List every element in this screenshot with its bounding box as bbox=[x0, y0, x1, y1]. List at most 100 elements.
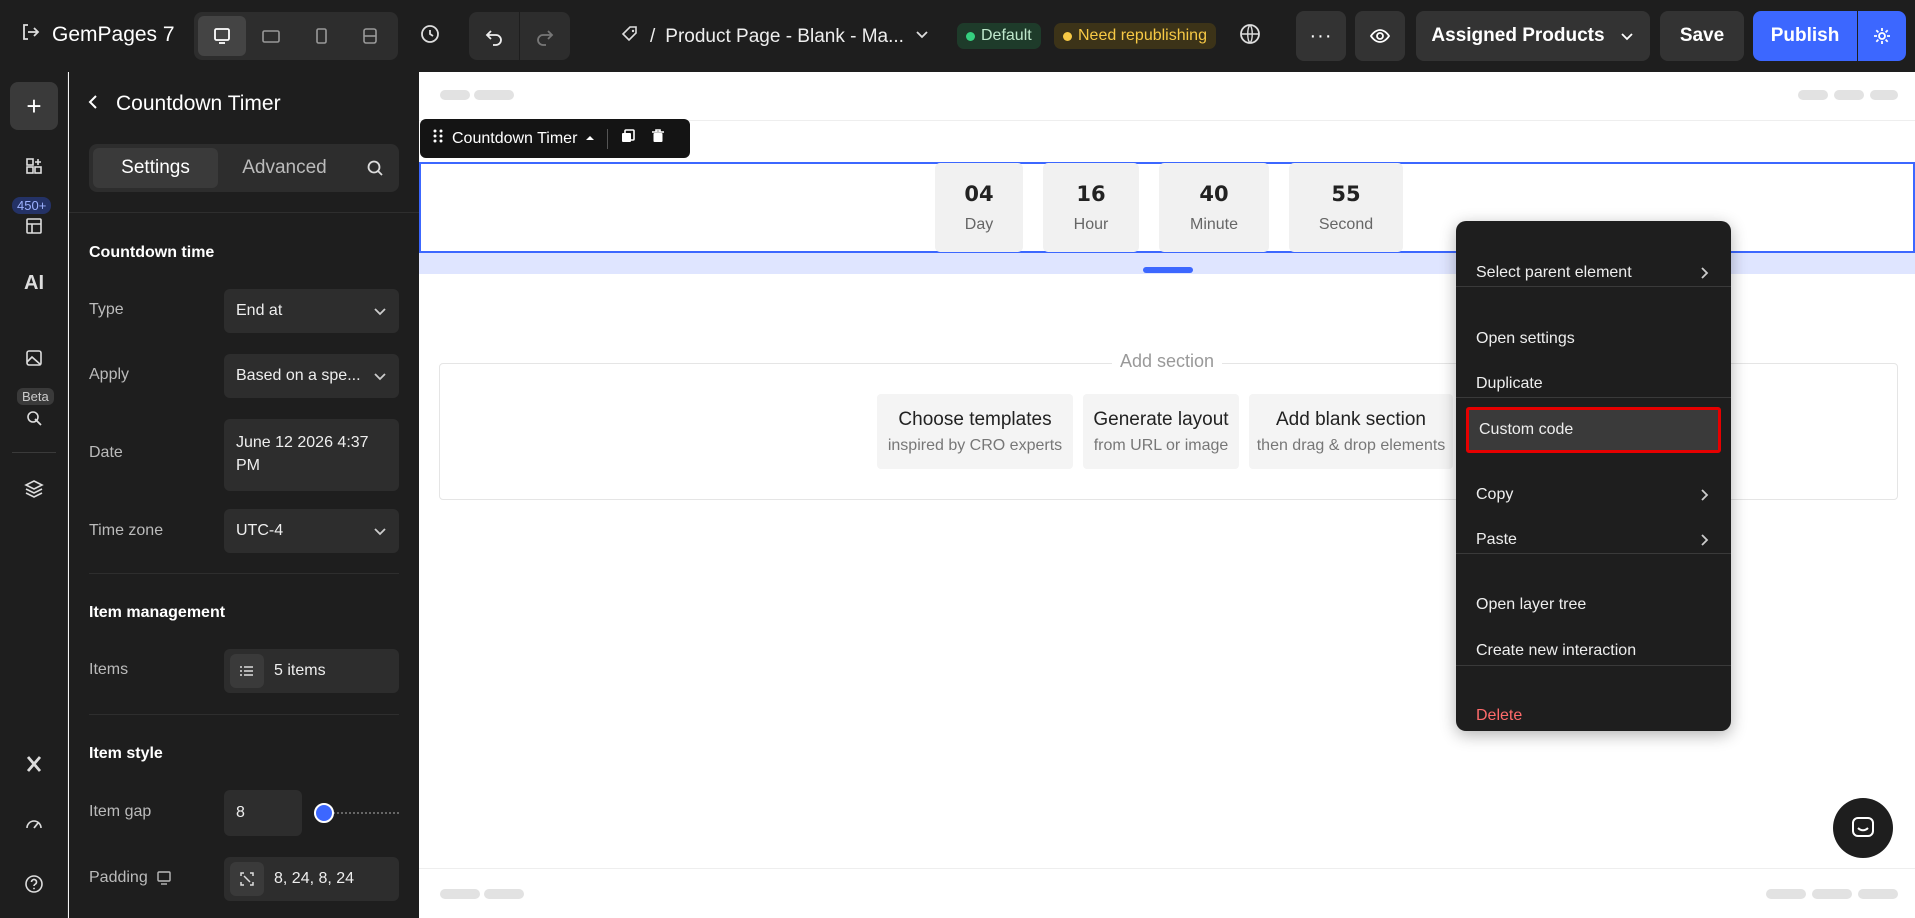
countdown-second[interactable]: 55 Second bbox=[1289, 163, 1403, 252]
history-icon[interactable] bbox=[418, 22, 442, 51]
add-element-button[interactable]: + bbox=[10, 82, 58, 130]
back-icon[interactable] bbox=[86, 92, 100, 116]
placeholder-bar bbox=[1812, 889, 1852, 899]
chat-button[interactable] bbox=[1833, 798, 1893, 858]
date-value: June 12 2026 4:37 PM bbox=[236, 434, 369, 474]
countdown-minute[interactable]: 40 Minute bbox=[1159, 163, 1269, 252]
menu-item-delete[interactable]: Delete bbox=[1456, 698, 1731, 734]
undo-icon[interactable] bbox=[469, 12, 519, 60]
chevron-right-icon bbox=[1701, 267, 1709, 279]
selected-element-name[interactable]: Countdown Timer bbox=[452, 130, 577, 148]
desktop-icon[interactable] bbox=[198, 16, 246, 56]
layers-icon[interactable] bbox=[0, 478, 68, 500]
list-icon bbox=[230, 654, 264, 688]
divider bbox=[1456, 397, 1731, 398]
choose-templates-card[interactable]: Choose templates inspired by CRO experts bbox=[877, 394, 1073, 469]
interaction-icon[interactable] bbox=[0, 408, 68, 428]
panel-tabs: Settings Advanced bbox=[89, 144, 399, 192]
tab-advanced[interactable]: Advanced bbox=[222, 148, 347, 188]
countdown-value: 40 bbox=[1199, 181, 1229, 206]
countdown-day[interactable]: 04 Day bbox=[935, 163, 1023, 252]
add-section-title: Add section bbox=[1112, 351, 1223, 372]
countdown-value: 04 bbox=[964, 181, 994, 206]
desktop-icon[interactable] bbox=[156, 870, 172, 886]
menu-item-label: Select parent element bbox=[1476, 264, 1632, 281]
save-button[interactable]: Save bbox=[1660, 11, 1744, 61]
publish-settings-button[interactable] bbox=[1858, 11, 1906, 61]
divider bbox=[89, 714, 399, 715]
elements-icon[interactable] bbox=[0, 156, 68, 176]
type-value: End at bbox=[236, 302, 283, 319]
divider bbox=[1456, 553, 1731, 554]
preview-button[interactable] bbox=[1355, 11, 1405, 61]
menu-item-label: Open layer tree bbox=[1476, 596, 1587, 613]
x-icon[interactable] bbox=[0, 754, 68, 774]
chevron-down-icon bbox=[1620, 33, 1633, 41]
assigned-label: Assigned Products bbox=[1431, 25, 1605, 46]
duplicate-icon[interactable] bbox=[620, 128, 636, 149]
card-subtitle: inspired by CRO experts bbox=[887, 436, 1063, 454]
page-selector[interactable]: / Product Page - Blank - Ma... bbox=[620, 24, 930, 50]
card-subtitle: then drag & drop elements bbox=[1256, 436, 1446, 454]
apply-select[interactable]: Based on a spe... bbox=[224, 354, 399, 398]
menu-item-copy[interactable]: Copy bbox=[1456, 477, 1731, 513]
assigned-products-button[interactable]: Assigned Products bbox=[1416, 11, 1650, 61]
chevron-right-icon bbox=[1701, 489, 1709, 501]
search-icon[interactable] bbox=[355, 159, 395, 177]
card-title: Add blank section bbox=[1276, 408, 1426, 430]
menu-item-label: Copy bbox=[1476, 486, 1514, 503]
card-title: Choose templates bbox=[898, 408, 1052, 430]
menu-item-create-interaction[interactable]: Create new interaction bbox=[1456, 633, 1731, 669]
undo-redo-group bbox=[469, 12, 570, 60]
default-badge: Default bbox=[957, 23, 1041, 49]
timezone-label: Time zone bbox=[89, 522, 164, 539]
divider bbox=[1456, 286, 1731, 287]
publish-button[interactable]: Publish bbox=[1753, 11, 1857, 61]
badge-label: Default bbox=[981, 27, 1032, 44]
padding-label-row: Padding bbox=[89, 869, 172, 887]
more-button[interactable]: ··· bbox=[1296, 11, 1346, 61]
menu-item-label: Open settings bbox=[1476, 330, 1575, 347]
add-blank-section-card[interactable]: Add blank section then drag & drop eleme… bbox=[1249, 394, 1453, 469]
drag-handle-icon[interactable] bbox=[432, 128, 444, 149]
responsive-icon[interactable] bbox=[347, 16, 395, 56]
trash-icon[interactable] bbox=[650, 128, 666, 149]
sections-icon[interactable] bbox=[0, 216, 68, 236]
resize-handle[interactable] bbox=[1143, 267, 1193, 273]
item-gap-input[interactable]: 8 bbox=[224, 790, 302, 836]
placeholder-bar bbox=[1870, 90, 1898, 100]
padding-input[interactable]: 8, 24, 8, 24 bbox=[224, 857, 399, 901]
menu-item-label: Custom code bbox=[1479, 421, 1574, 438]
speed-icon[interactable] bbox=[0, 814, 68, 834]
redo-icon[interactable] bbox=[520, 12, 570, 60]
type-select[interactable]: End at bbox=[224, 289, 399, 333]
mobile-icon[interactable] bbox=[297, 16, 345, 56]
generate-layout-card[interactable]: Generate layout from URL or image bbox=[1083, 394, 1239, 469]
countdown-value: 16 bbox=[1076, 181, 1106, 206]
countdown-hour[interactable]: 16 Hour bbox=[1043, 163, 1139, 252]
tab-settings[interactable]: Settings bbox=[93, 148, 218, 188]
media-icon[interactable] bbox=[0, 348, 68, 368]
item-gap-slider-thumb[interactable] bbox=[314, 803, 335, 823]
tablet-icon[interactable] bbox=[248, 16, 296, 56]
menu-item-open-layer-tree[interactable]: Open layer tree bbox=[1456, 587, 1731, 623]
brand-name: GemPages 7 bbox=[52, 23, 175, 46]
padding-value: 8, 24, 8, 24 bbox=[274, 870, 355, 887]
caret-up-icon[interactable] bbox=[585, 130, 595, 148]
ai-icon[interactable]: AI bbox=[0, 272, 68, 295]
elements-count-badge: 450+ bbox=[12, 197, 52, 214]
exit-icon[interactable] bbox=[20, 22, 40, 48]
help-icon[interactable] bbox=[0, 874, 68, 894]
type-label: Type bbox=[89, 301, 124, 318]
beta-badge: Beta bbox=[17, 388, 54, 405]
menu-item-custom-code[interactable]: Custom code bbox=[1466, 407, 1721, 453]
globe-icon[interactable] bbox=[1238, 22, 1262, 51]
countdown-label: Minute bbox=[1189, 215, 1239, 233]
items-button[interactable]: 5 items bbox=[224, 649, 399, 693]
menu-item-open-settings[interactable]: Open settings bbox=[1456, 321, 1731, 357]
top-bar: GemPages 7 / Product Page - Blank - Ma..… bbox=[0, 0, 1915, 72]
date-input[interactable]: June 12 2026 4:37 PM bbox=[224, 419, 399, 491]
panel-title: Countdown Timer bbox=[116, 92, 281, 115]
countdown-label: Second bbox=[1318, 215, 1374, 233]
timezone-select[interactable]: UTC-4 bbox=[224, 509, 399, 553]
